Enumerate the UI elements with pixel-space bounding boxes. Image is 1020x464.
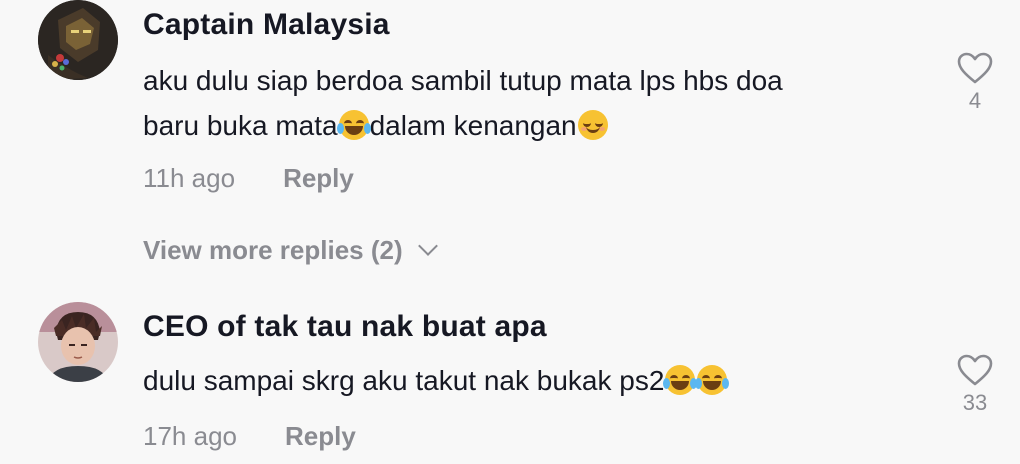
username[interactable]: CEO of tak tau nak buat apa bbox=[143, 310, 547, 344]
iron-man-avatar-icon bbox=[38, 0, 118, 80]
comment-meta: 17h ago Reply bbox=[143, 421, 356, 452]
username[interactable]: Captain Malaysia bbox=[143, 8, 390, 42]
reply-button[interactable]: Reply bbox=[283, 163, 354, 193]
relieved-face-emoji-icon bbox=[577, 110, 608, 140]
comment-text: dulu sampai skrg aku takut nak bukak ps2 bbox=[143, 358, 933, 403]
tears-of-joy-emoji-icon bbox=[336, 110, 371, 140]
timestamp: 17h ago bbox=[143, 421, 237, 451]
comment-text-line2b: dalam kenangan bbox=[369, 110, 577, 141]
comment-text: aku dulu siap berdoa sambil tutup mata l… bbox=[143, 58, 933, 148]
like-button[interactable]: 4 bbox=[950, 52, 1000, 114]
timestamp: 11h ago bbox=[143, 163, 236, 193]
comment-text-body: dulu sampai skrg aku takut nak bukak ps2 bbox=[143, 365, 665, 396]
comment-text-line2a: baru buka mata bbox=[143, 110, 338, 141]
comment-meta: 11h ago Reply bbox=[143, 163, 354, 194]
tears-of-joy-emoji-icon bbox=[695, 365, 730, 395]
avatar[interactable] bbox=[38, 302, 118, 382]
like-count: 33 bbox=[962, 390, 988, 415]
heart-icon bbox=[957, 354, 993, 386]
comment-text-line1: aku dulu siap berdoa sambil tutup mata l… bbox=[143, 65, 783, 96]
like-button[interactable]: 33 bbox=[950, 354, 1000, 416]
chevron-down-icon bbox=[417, 236, 438, 256]
view-more-replies-label: View more replies (2) bbox=[143, 235, 403, 265]
avatar[interactable] bbox=[38, 0, 118, 80]
like-count: 4 bbox=[968, 88, 982, 113]
heart-icon bbox=[957, 52, 993, 84]
view-more-replies-button[interactable]: View more replies (2) bbox=[143, 235, 438, 266]
anime-character-avatar-icon bbox=[38, 302, 118, 382]
reply-button[interactable]: Reply bbox=[285, 421, 356, 451]
tears-of-joy-emoji-icon bbox=[663, 365, 698, 395]
